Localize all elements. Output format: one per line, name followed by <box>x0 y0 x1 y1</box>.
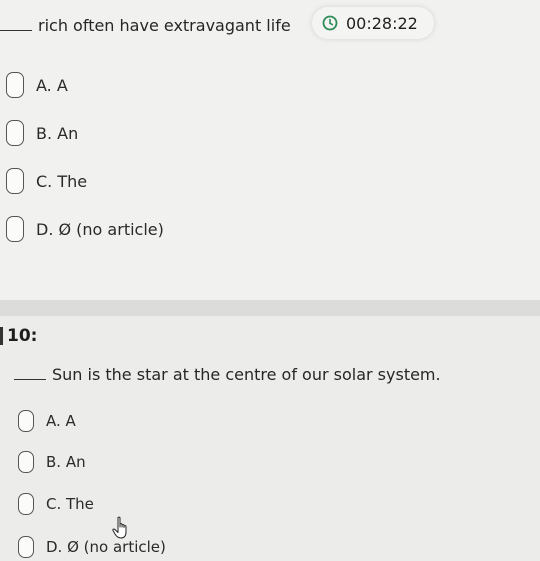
radio-button[interactable] <box>18 451 34 473</box>
clock-icon <box>322 15 338 31</box>
question-text-10: Sun is the star at the centre of our sol… <box>52 365 441 384</box>
option-prev-a[interactable]: A. A <box>6 72 68 98</box>
option-10-d[interactable]: D. Ø (no article) <box>18 536 166 558</box>
radio-button[interactable] <box>6 120 24 146</box>
hand-pointer-icon <box>112 516 127 539</box>
question-prompt-previous: rich often have extravagant life <box>0 16 291 35</box>
radio-button[interactable] <box>18 536 34 558</box>
radio-button[interactable] <box>18 410 34 432</box>
answer-blank <box>14 379 46 380</box>
option-prev-b[interactable]: B. An <box>6 120 78 146</box>
option-10-a[interactable]: A. A <box>18 410 76 432</box>
question-card-previous <box>0 0 540 300</box>
radio-button[interactable] <box>18 493 34 515</box>
answer-blank <box>0 30 32 31</box>
option-label: C. The <box>46 495 94 513</box>
question-prompt-10: Sun is the star at the centre of our sol… <box>14 365 441 384</box>
question-text-previous: rich often have extravagant life <box>38 16 291 35</box>
option-prev-c[interactable]: C. The <box>6 168 87 194</box>
option-prev-d[interactable]: D. Ø (no article) <box>6 216 164 242</box>
question-number: 10: <box>0 326 37 346</box>
option-label: A. A <box>46 412 76 430</box>
option-label: B. An <box>36 123 79 143</box>
radio-button[interactable] <box>6 168 24 194</box>
question-card-10 <box>0 316 540 561</box>
quiz-page: rich often have extravagant life 00:28:2… <box>0 0 540 561</box>
question-marker <box>0 327 3 345</box>
option-label: A. A <box>36 75 68 95</box>
option-label: C. The <box>36 171 88 191</box>
card-divider <box>0 300 540 316</box>
option-10-b[interactable]: B. An <box>18 451 86 473</box>
option-10-c[interactable]: C. The <box>18 493 94 515</box>
timer-badge: 00:28:22 <box>312 7 434 39</box>
timer-value: 00:28:22 <box>346 13 418 33</box>
option-label: D. Ø (no article) <box>46 538 166 556</box>
radio-button[interactable] <box>6 72 24 98</box>
option-label: B. An <box>46 453 86 471</box>
radio-button[interactable] <box>6 216 24 242</box>
option-label: D. Ø (no article) <box>36 219 164 239</box>
